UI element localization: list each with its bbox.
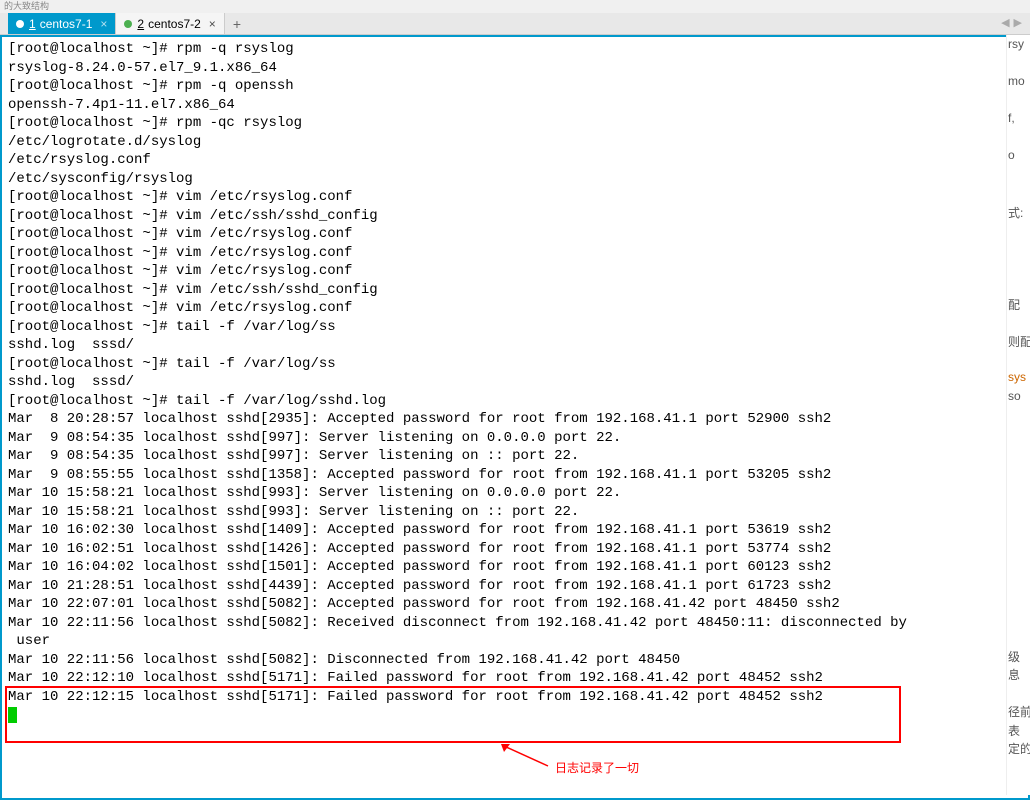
side-text-fragment <box>1007 461 1030 480</box>
tab-label: centos7-1 <box>40 17 93 31</box>
side-text-fragment <box>1007 442 1030 461</box>
terminal-line: Mar 10 15:58:21 localhost sshd[993]: Ser… <box>8 503 1022 522</box>
side-text-fragment <box>1007 54 1030 73</box>
terminal-line: Mar 10 16:02:51 localhost sshd[1426]: Ac… <box>8 540 1022 559</box>
terminal-line: Mar 9 08:55:55 localhost sshd[1358]: Acc… <box>8 466 1022 485</box>
side-text-fragment: 息 <box>1007 664 1030 683</box>
terminal-line: [root@localhost ~]# vim /etc/ssh/sshd_co… <box>8 281 1022 300</box>
terminal-line: Mar 9 08:54:35 localhost sshd[997]: Serv… <box>8 429 1022 448</box>
side-text-fragment <box>1007 498 1030 517</box>
side-text-fragment <box>1007 590 1030 609</box>
terminal-line: Mar 10 22:11:56 localhost sshd[5082]: Re… <box>8 614 1022 633</box>
side-text-fragment <box>1007 220 1030 239</box>
side-text-fragment <box>1007 627 1030 646</box>
terminal-line: [root@localhost ~]# vim /etc/rsyslog.con… <box>8 299 1022 318</box>
terminal-line: user <box>8 632 1022 651</box>
terminal-line: sshd.log sssd/ <box>8 373 1022 392</box>
terminal-line: /etc/sysconfig/rsyslog <box>8 170 1022 189</box>
terminal-line: Mar 10 16:04:02 localhost sshd[1501]: Ac… <box>8 558 1022 577</box>
terminal-line: Mar 10 21:28:51 localhost sshd[4439]: Ac… <box>8 577 1022 596</box>
terminal-line: Mar 9 08:54:35 localhost sshd[997]: Serv… <box>8 447 1022 466</box>
side-text-fragment: 径前 <box>1007 701 1030 720</box>
side-text-fragment <box>1007 91 1030 110</box>
side-text-fragment: 表 <box>1007 720 1030 739</box>
title-bar: 的大致结构 <box>0 0 1030 13</box>
tab-centos7-2[interactable]: 2 centos7-2 × <box>116 13 224 34</box>
side-text-fragment <box>1007 609 1030 628</box>
terminal-line: /etc/rsyslog.conf <box>8 151 1022 170</box>
terminal-line: rsyslog-8.24.0-57.el7_9.1.x86_64 <box>8 59 1022 78</box>
side-text-fragment <box>1007 516 1030 535</box>
annotation-text: 日志记录了一切 <box>555 759 639 778</box>
tab-number: 1 <box>29 17 36 31</box>
terminal-cursor <box>8 707 17 723</box>
tab-centos7-1[interactable]: 1 centos7-1 × <box>8 13 116 34</box>
nav-right-icon[interactable]: ▶ <box>1014 16 1022 29</box>
side-panel-fragment: rsy mo f, o 式: 配 则配 sysso 级息 径前 表定的 <box>1006 35 1030 795</box>
terminal-line: Mar 10 22:07:01 localhost sshd[5082]: Ac… <box>8 595 1022 614</box>
close-icon[interactable]: × <box>100 17 107 31</box>
close-icon[interactable]: × <box>209 17 216 31</box>
terminal-line: sshd.log sssd/ <box>8 336 1022 355</box>
terminal-line: [root@localhost ~]# vim /etc/rsyslog.con… <box>8 262 1022 281</box>
tab-number: 2 <box>137 17 144 31</box>
side-text-fragment <box>1007 535 1030 554</box>
side-text-fragment: 定的 <box>1007 738 1030 757</box>
side-text-fragment <box>1007 683 1030 702</box>
terminal-line: Mar 10 15:58:21 localhost sshd[993]: Ser… <box>8 484 1022 503</box>
terminal-line: [root@localhost ~]# tail -f /var/log/ssh… <box>8 392 1022 411</box>
side-text-fragment: sys <box>1007 368 1030 387</box>
side-text-fragment <box>1007 572 1030 591</box>
terminal-line: Mar 10 22:12:10 localhost sshd[5171]: Fa… <box>8 669 1022 688</box>
tab-nav-arrows: ◀ ▶ <box>1001 16 1022 29</box>
tab-bar: 1 centos7-1 × 2 centos7-2 × + ◀ ▶ <box>0 13 1030 35</box>
terminal-line: openssh-7.4p1-11.el7.x86_64 <box>8 96 1022 115</box>
side-text-fragment <box>1007 553 1030 572</box>
terminal-line: [root@localhost ~]# tail -f /var/log/ss <box>8 355 1022 374</box>
terminal-line: Mar 10 16:02:30 localhost sshd[1409]: Ac… <box>8 521 1022 540</box>
side-text-fragment <box>1007 424 1030 443</box>
tab-status-dot <box>16 20 24 28</box>
side-text-fragment <box>1007 239 1030 258</box>
add-tab-button[interactable]: + <box>225 16 249 32</box>
side-text-fragment <box>1007 128 1030 147</box>
side-text-fragment <box>1007 276 1030 295</box>
nav-left-icon[interactable]: ◀ <box>1001 16 1009 29</box>
side-text-fragment <box>1007 313 1030 332</box>
tab-status-dot <box>124 20 132 28</box>
terminal[interactable]: [root@localhost ~]# rpm -q rsyslogrsyslo… <box>0 35 1030 800</box>
side-text-fragment: 式: <box>1007 202 1030 221</box>
terminal-line: [root@localhost ~]# rpm -qc rsyslog <box>8 114 1022 133</box>
terminal-line: /etc/logrotate.d/syslog <box>8 133 1022 152</box>
terminal-line: [root@localhost ~]# vim /etc/rsyslog.con… <box>8 188 1022 207</box>
side-text-fragment <box>1007 165 1030 184</box>
side-text-fragment <box>1007 350 1030 369</box>
terminal-line: [root@localhost ~]# rpm -q rsyslog <box>8 40 1022 59</box>
side-text-fragment: 则配 <box>1007 331 1030 350</box>
terminal-line: [root@localhost ~]# vim /etc/ssh/sshd_co… <box>8 207 1022 226</box>
tab-label: centos7-2 <box>148 17 201 31</box>
side-text-fragment <box>1007 257 1030 276</box>
terminal-line: [root@localhost ~]# vim /etc/rsyslog.con… <box>8 225 1022 244</box>
side-text-fragment <box>1007 405 1030 424</box>
annotation-arrow-icon <box>500 744 550 769</box>
terminal-line: Mar 10 22:11:56 localhost sshd[5082]: Di… <box>8 651 1022 670</box>
side-text-fragment: 配 <box>1007 294 1030 313</box>
side-text-fragment: f, <box>1007 109 1030 128</box>
side-text-fragment <box>1007 479 1030 498</box>
side-text-fragment: so <box>1007 387 1030 406</box>
side-text-fragment: 级 <box>1007 646 1030 665</box>
terminal-line: [root@localhost ~]# vim /etc/rsyslog.con… <box>8 244 1022 263</box>
terminal-line: [root@localhost ~]# rpm -q openssh <box>8 77 1022 96</box>
terminal-line: [root@localhost ~]# tail -f /var/log/ss <box>8 318 1022 337</box>
terminal-line: Mar 10 22:12:15 localhost sshd[5171]: Fa… <box>8 688 1022 707</box>
side-text-fragment: o <box>1007 146 1030 165</box>
terminal-line: Mar 8 20:28:57 localhost sshd[2935]: Acc… <box>8 410 1022 429</box>
side-text-fragment: rsy <box>1007 35 1030 54</box>
side-text-fragment: mo <box>1007 72 1030 91</box>
side-text-fragment <box>1007 183 1030 202</box>
